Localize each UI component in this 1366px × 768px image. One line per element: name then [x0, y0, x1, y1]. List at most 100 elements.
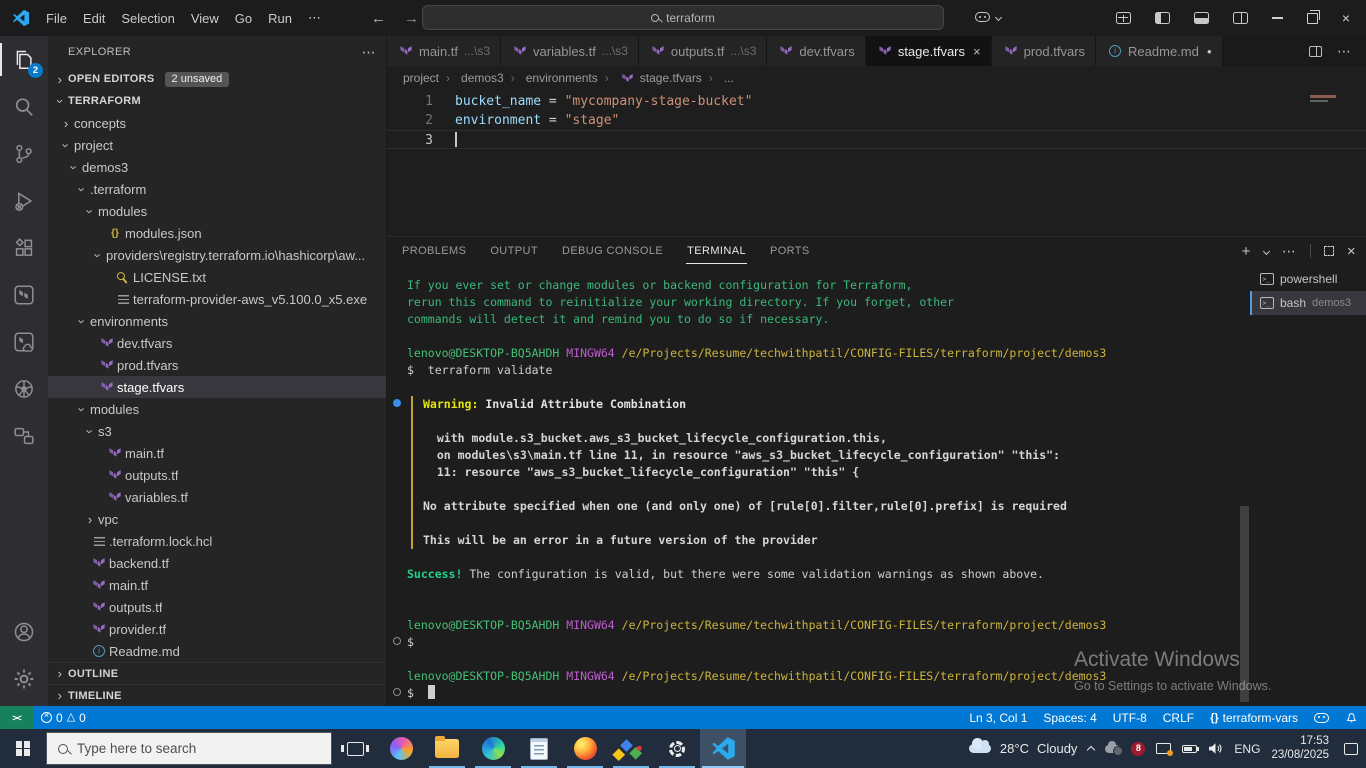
- code-line[interactable]: 3: [387, 130, 1366, 149]
- status-item[interactable]: Spaces: 4: [1035, 706, 1104, 729]
- panel-tab[interactable]: TERMINAL: [686, 239, 747, 264]
- panel-tab[interactable]: OUTPUT: [489, 239, 539, 264]
- close-panel-icon[interactable]: ×: [1347, 243, 1356, 260]
- tree-item[interactable]: LICENSE.txt: [48, 266, 386, 288]
- outline-section[interactable]: OUTLINE: [48, 662, 386, 684]
- tree-item[interactable]: prod.tfvars: [48, 354, 386, 376]
- activity-bar-item-extensions[interactable]: [0, 224, 48, 271]
- new-terminal-icon[interactable]: +: [1242, 243, 1251, 260]
- taskbar-app-diagram[interactable]: [608, 729, 654, 768]
- activity-bar-item-account[interactable]: [0, 608, 48, 655]
- tree-item[interactable]: vpc: [48, 508, 386, 530]
- close-tab-icon[interactable]: [973, 44, 981, 59]
- problems-status[interactable]: 0 0: [33, 706, 94, 729]
- menu-item[interactable]: View: [183, 7, 227, 30]
- start-button[interactable]: [0, 729, 46, 768]
- activity-bar-item-debug[interactable]: [0, 177, 48, 224]
- back-arrow-icon[interactable]: ←: [371, 10, 386, 27]
- breadcrumb-item[interactable]: demos3: [439, 71, 504, 85]
- maximize-panel-icon[interactable]: [1323, 246, 1334, 256]
- editor-tab[interactable]: outputs.tf ...\s3: [638, 36, 768, 66]
- menu-item[interactable]: Go: [227, 7, 260, 30]
- onedrive-tray-icon[interactable]: [1105, 740, 1124, 756]
- search-input[interactable]: terraform: [422, 5, 944, 30]
- status-item[interactable]: Ln 3, Col 1: [961, 706, 1035, 729]
- tree-item[interactable]: modules: [48, 200, 386, 222]
- power-tray-icon[interactable]: [1182, 744, 1200, 753]
- editor-tab[interactable]: main.tf ...\s3: [387, 36, 502, 66]
- tree-item[interactable]: outputs.tf: [48, 464, 386, 486]
- taskbar-search-input[interactable]: Type here to search: [46, 732, 332, 765]
- activity-bar-item-terraform[interactable]: [0, 271, 48, 318]
- code-line[interactable]: 2 environment = "stage": [387, 111, 1366, 130]
- tree-item[interactable]: terraform-provider-aws_v5.100.0_x5.exe: [48, 288, 386, 310]
- menu-item[interactable]: File: [38, 7, 75, 30]
- activity-bar-item-kubernetes[interactable]: [0, 365, 48, 412]
- menu-item[interactable]: Run: [260, 7, 300, 30]
- tree-item[interactable]: project: [48, 134, 386, 156]
- tree-item[interactable]: outputs.tf: [48, 596, 386, 618]
- tree-item[interactable]: .terraform: [48, 178, 386, 200]
- tree-item[interactable]: demos3: [48, 156, 386, 178]
- timeline-section[interactable]: TIMELINE: [48, 684, 386, 706]
- taskbar-app-gear[interactable]: [654, 729, 700, 768]
- forward-arrow-icon[interactable]: →: [404, 10, 419, 27]
- breadcrumb-item[interactable]: environments: [504, 71, 598, 85]
- terminal-scrollbar[interactable]: [1240, 506, 1249, 702]
- tree-item[interactable]: variables.tf: [48, 486, 386, 508]
- editor-tab[interactable]: variables.tf ...\s3: [501, 36, 639, 66]
- notifications-bell[interactable]: [1337, 706, 1366, 729]
- taskbar-app-taskview[interactable]: [332, 729, 378, 768]
- status-item[interactable]: CRLF: [1155, 706, 1202, 729]
- copilot-menu[interactable]: [975, 12, 1003, 22]
- terminal-list-item[interactable]: bash demos3: [1250, 291, 1366, 315]
- open-editors-section[interactable]: OPEN EDITORS 2 unsaved: [48, 68, 386, 90]
- copilot-status[interactable]: [1306, 706, 1337, 729]
- command-decoration-icon[interactable]: [393, 399, 401, 407]
- tree-item[interactable]: backend.tf: [48, 552, 386, 574]
- tree-item[interactable]: providers\registry.terraform.io\hashicor…: [48, 244, 386, 266]
- close-button[interactable]: ×: [1342, 10, 1350, 26]
- weather-widget[interactable]: 28°C Cloudy: [968, 738, 1077, 756]
- tree-item[interactable]: s3: [48, 420, 386, 442]
- tree-item[interactable]: dev.tfvars: [48, 332, 386, 354]
- tree-item[interactable]: Readme.md: [48, 640, 386, 662]
- menu-item[interactable]: Edit: [75, 7, 113, 30]
- toggle-secondary-sidebar-icon[interactable]: [1232, 12, 1248, 24]
- security-app-tray-icon[interactable]: [1131, 741, 1146, 756]
- command-decoration-icon[interactable]: [393, 637, 401, 645]
- remote-indicator[interactable]: [0, 706, 33, 729]
- panel-more-actions-icon[interactable]: ⋯: [1282, 243, 1297, 260]
- hidden-icons-chevron-icon[interactable]: [1087, 745, 1096, 755]
- tree-item[interactable]: {} modules.json: [48, 222, 386, 244]
- taskbar-app-edge[interactable]: [470, 729, 516, 768]
- language-indicator[interactable]: ENG: [1234, 742, 1260, 756]
- tree-item[interactable]: stage.tfvars: [48, 376, 386, 398]
- status-item[interactable]: terraform-vars: [1202, 706, 1306, 729]
- display-tray-icon[interactable]: [1156, 743, 1174, 756]
- tree-item[interactable]: main.tf: [48, 442, 386, 464]
- explorer-more-actions-icon[interactable]: ⋯: [362, 44, 376, 61]
- taskbar-app-vscode[interactable]: [700, 729, 746, 768]
- restore-button[interactable]: [1306, 10, 1321, 24]
- customize-layout-icon[interactable]: [1115, 12, 1131, 24]
- activity-bar-item-tfcloud[interactable]: [0, 318, 48, 365]
- terminal-profile-chevron-icon[interactable]: [1262, 247, 1270, 255]
- terminal-list-item[interactable]: powershell: [1250, 267, 1366, 291]
- notification-center-icon[interactable]: [1344, 742, 1358, 755]
- panel-tab[interactable]: PROBLEMS: [401, 239, 467, 264]
- editor-tab[interactable]: dev.tfvars: [767, 36, 866, 66]
- tree-item[interactable]: concepts: [48, 112, 386, 134]
- activity-bar-item-search[interactable]: [0, 83, 48, 130]
- command-decoration-icon[interactable]: [393, 688, 401, 696]
- menu-item[interactable]: ⋯: [300, 6, 329, 30]
- volume-icon[interactable]: [1208, 742, 1223, 755]
- editor-tab[interactable]: Readme.md: [1096, 36, 1223, 66]
- tree-item[interactable]: modules: [48, 398, 386, 420]
- activity-bar-item-scm[interactable]: [0, 130, 48, 177]
- taskbar-app-firefox[interactable]: [562, 729, 608, 768]
- taskbar-app-explorer[interactable]: [424, 729, 470, 768]
- taskbar-app-notepad[interactable]: [516, 729, 562, 768]
- workspace-root[interactable]: TERRAFORM: [48, 90, 386, 112]
- status-item[interactable]: UTF-8: [1105, 706, 1155, 729]
